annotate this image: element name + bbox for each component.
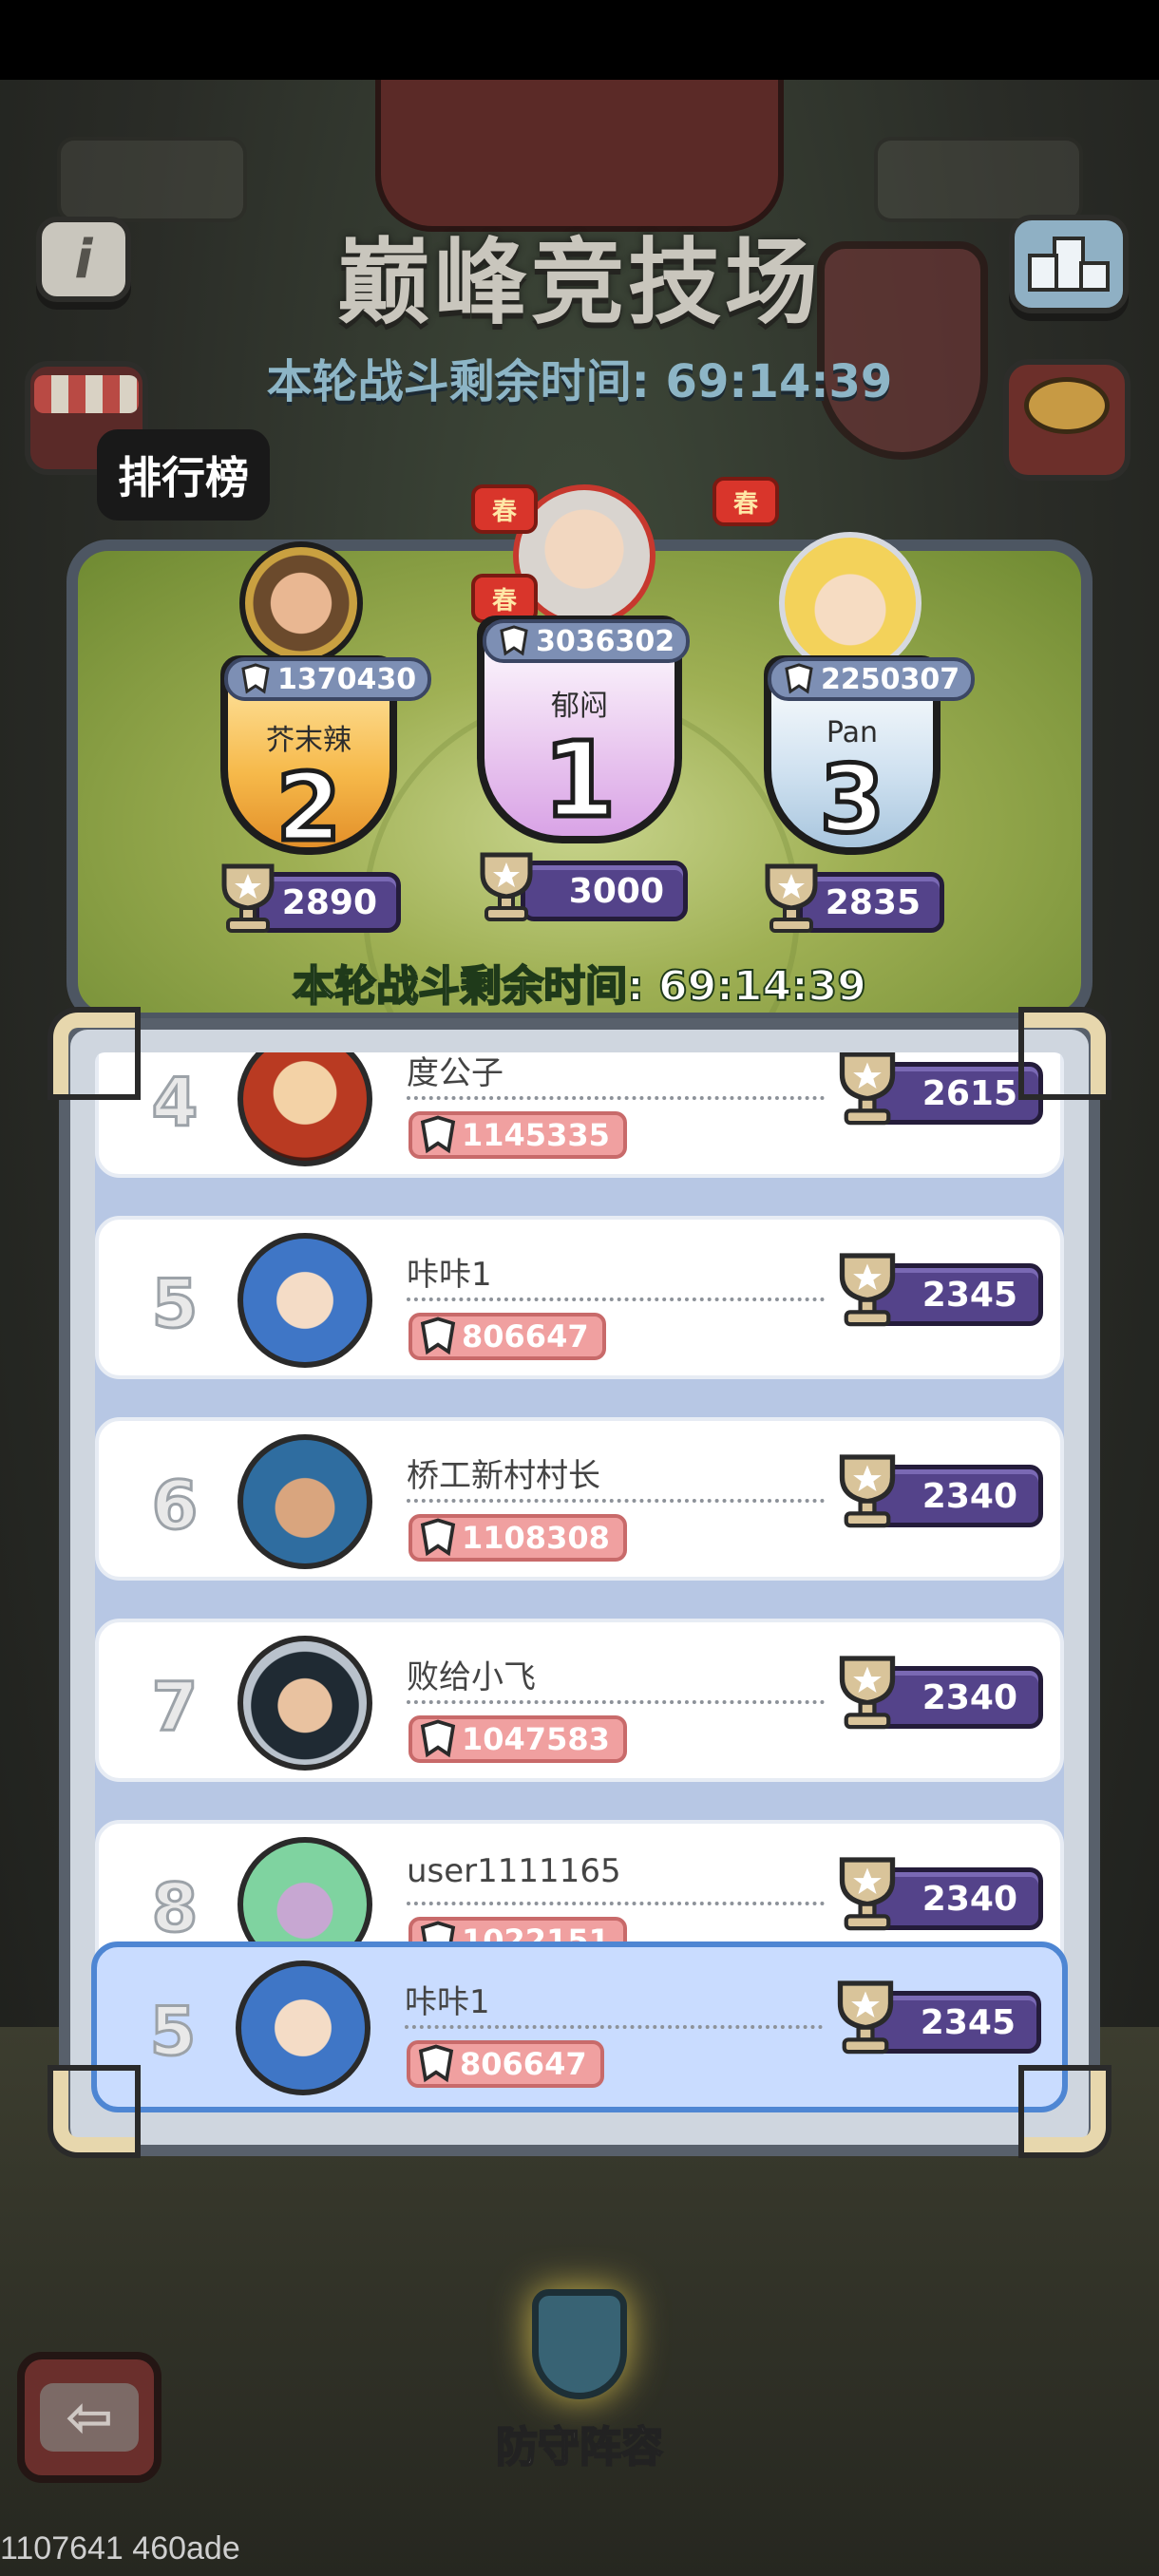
power-value: 1145335	[462, 1117, 610, 1153]
power-icon	[500, 625, 528, 656]
shield-icon	[532, 2289, 627, 2399]
leaderboard-row[interactable]: 5 咔咔1 806647 2345	[95, 1216, 1064, 1379]
trophy-icon	[765, 863, 818, 933]
power-value: 2250307	[821, 662, 960, 696]
trophy-icon	[839, 1253, 896, 1327]
player-name: 咔咔1	[407, 1256, 492, 1294]
defense-lineup-label: 防守阵容	[495, 2422, 664, 2472]
power-badge: 806647	[408, 1313, 606, 1360]
row-rank: 5	[148, 1992, 198, 2073]
leaderboard-row[interactable]: 6 桥工新村村长 1108308 2340	[95, 1417, 1064, 1581]
player-name: 郁闷	[551, 690, 608, 723]
power-badge: 1108308	[408, 1514, 627, 1562]
power-badge: 806647	[407, 2040, 604, 2088]
power-icon	[420, 1115, 456, 1154]
page-title: 巅峰竞技场	[336, 229, 822, 337]
treasure-basket-button[interactable]	[1003, 359, 1130, 481]
place-number: 3	[817, 746, 886, 854]
avatar[interactable]	[236, 1960, 370, 2095]
round-timer-podium: 本轮战斗剩余时间: 69:14:39	[292, 961, 867, 1012]
power-icon	[420, 1316, 456, 1355]
self-rank-row[interactable]: 5 咔咔1 806647 2345	[91, 1941, 1068, 2112]
row-divider	[407, 1700, 825, 1704]
treasure-basket-icon	[1024, 377, 1110, 434]
player-name: 度公子	[407, 1054, 504, 1092]
trophy-icon	[839, 1454, 896, 1528]
avatar-second-place[interactable]	[239, 541, 363, 665]
power-icon	[418, 2044, 454, 2083]
trophy-icon	[839, 1857, 896, 1931]
leaderboard-row[interactable]: 7 败给小飞 1047583 2340	[95, 1619, 1064, 1782]
power-value: 1047583	[462, 1721, 610, 1757]
round-timer-top: 本轮战斗剩余时间: 69:14:39	[266, 355, 893, 408]
trophy-icon	[221, 863, 275, 933]
leaderboard-list[interactable]: 4 度公子 1145335 2615 5 咔咔1 806647 2345 6 桥…	[95, 1052, 1064, 2021]
back-button[interactable]: ⇦	[17, 2352, 162, 2483]
podium-icon	[1028, 237, 1110, 292]
power-value: 1108308	[462, 1520, 610, 1556]
row-rank: 4	[150, 1063, 200, 1144]
podium-button[interactable]	[1009, 215, 1129, 313]
row-rank: 8	[150, 1868, 200, 1949]
panel-corner-decoration	[1024, 2071, 1106, 2152]
row-divider	[407, 1499, 825, 1503]
power-value: 1370430	[277, 662, 417, 696]
place-number: 1	[541, 719, 618, 841]
info-icon: i	[74, 228, 93, 291]
power-badge: 1145335	[408, 1111, 627, 1159]
power-icon	[420, 1719, 456, 1758]
row-divider	[407, 1096, 825, 1100]
power-value: 806647	[462, 1318, 589, 1354]
row-divider	[407, 1902, 825, 1905]
player-name: 咔咔1	[405, 1983, 490, 2021]
trophy-icon	[839, 1052, 896, 1126]
power-icon	[420, 1518, 456, 1557]
avatar[interactable]	[238, 1434, 372, 1569]
tab-leaderboard[interactable]: 排行榜	[97, 429, 270, 521]
panel-corner-decoration	[1024, 1013, 1106, 1094]
power-icon	[241, 663, 270, 694]
debug-text: 1107641 460ade	[0, 2530, 240, 2567]
power-badge: 3036302	[483, 619, 691, 663]
leaderboard-row[interactable]: 4 度公子 1145335 2615	[95, 1052, 1064, 1178]
shop-icon	[34, 375, 139, 413]
avatar-third-place[interactable]	[779, 532, 922, 674]
trophy-icon	[480, 852, 533, 921]
trophy-count: 3000	[521, 861, 688, 921]
festival-badge: 春	[712, 477, 779, 526]
row-rank: 5	[150, 1264, 200, 1345]
festival-badge: 春	[471, 484, 538, 534]
avatar[interactable]	[238, 1052, 372, 1166]
panel-corner-decoration	[53, 2071, 135, 2152]
power-value: 806647	[460, 2046, 587, 2082]
power-value: 3036302	[536, 624, 675, 658]
player-name: Pan	[826, 716, 879, 749]
avatar[interactable]	[238, 1636, 372, 1771]
trophy-icon	[837, 1980, 894, 2055]
power-icon	[785, 663, 813, 694]
back-arrow-icon: ⇦	[40, 2383, 139, 2452]
power-badge: 2250307	[768, 657, 976, 701]
avatar[interactable]	[238, 1233, 372, 1368]
player-name: user1111165	[407, 1852, 621, 1890]
row-rank: 6	[150, 1466, 200, 1546]
row-rank: 7	[150, 1667, 200, 1748]
trophy-icon	[839, 1656, 896, 1730]
power-badge: 1047583	[408, 1715, 627, 1763]
place-number: 2	[274, 754, 343, 862]
power-badge: 1370430	[224, 657, 432, 701]
panel-corner-decoration	[53, 1013, 135, 1094]
info-button[interactable]: i	[36, 217, 131, 302]
row-divider	[405, 2025, 823, 2029]
player-name: 桥工新村村长	[407, 1457, 600, 1495]
player-name: 败给小飞	[407, 1658, 536, 1696]
status-bar	[0, 0, 1159, 80]
row-divider	[407, 1297, 825, 1301]
defense-lineup-button[interactable]: 防守阵容	[475, 2289, 684, 2479]
player-name: 芥末辣	[266, 724, 352, 757]
